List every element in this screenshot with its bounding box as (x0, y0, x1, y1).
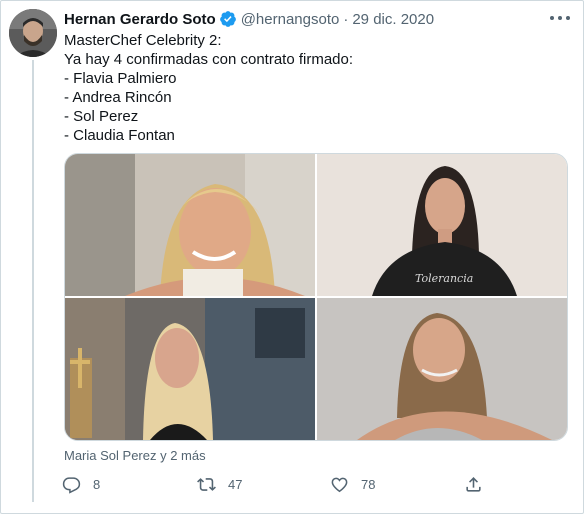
retweet-icon (197, 477, 216, 491)
media-grid: Tolerancia (64, 153, 568, 441)
tweet-header: Hernan Gerardo Soto @hernangsoto · 29 di… (64, 9, 434, 29)
share-icon (466, 476, 481, 492)
tweet-text-line: - Andrea Rincón (64, 89, 172, 106)
more-dot (566, 16, 570, 20)
like-icon (331, 477, 348, 492)
tweet-actions: 8 47 78 (60, 470, 500, 498)
thread-line (32, 60, 34, 502)
media-photo-2[interactable]: Tolerancia (317, 154, 567, 296)
retweet-count: 47 (228, 476, 243, 492)
reply-count: 8 (93, 476, 101, 492)
media-photo-4[interactable] (317, 298, 567, 440)
author-avatar[interactable] (9, 9, 57, 57)
verified-badge-icon (219, 10, 237, 28)
tweet-text-line: - Claudia Fontan (64, 127, 175, 144)
tweet-text-line: - Sol Perez (64, 108, 139, 125)
media-photo-3[interactable] (65, 298, 315, 440)
tweet-text-line: MasterChef Celebrity 2: (64, 32, 222, 49)
retweet-button[interactable]: 47 (197, 470, 242, 498)
shirt-text: Tolerancia (415, 272, 473, 285)
tweet-date[interactable]: 29 dic. 2020 (352, 11, 434, 28)
author-handle[interactable]: @hernangsoto (241, 11, 340, 28)
reply-button[interactable]: 8 (62, 470, 100, 498)
tweet-text-line: Ya hay 4 confirmadas con contrato firmad… (64, 51, 354, 68)
more-dot (550, 16, 554, 20)
more-dot (558, 16, 562, 20)
tagged-users-link[interactable]: Maria Sol Perez y 2 más (64, 448, 206, 463)
tweet-text-line: - Flavia Palmiero (64, 70, 177, 87)
like-button[interactable]: 78 (330, 470, 375, 498)
like-count: 78 (361, 476, 376, 492)
media-photo-1[interactable] (65, 154, 315, 296)
share-button[interactable] (464, 470, 495, 498)
tweet-text: MasterChef Celebrity 2: Ya hay 4 confirm… (64, 31, 564, 145)
header-separator: · (343, 10, 349, 28)
author-name[interactable]: Hernan Gerardo Soto (64, 11, 216, 28)
more-options-icon[interactable] (550, 10, 570, 26)
reply-icon (62, 476, 81, 494)
